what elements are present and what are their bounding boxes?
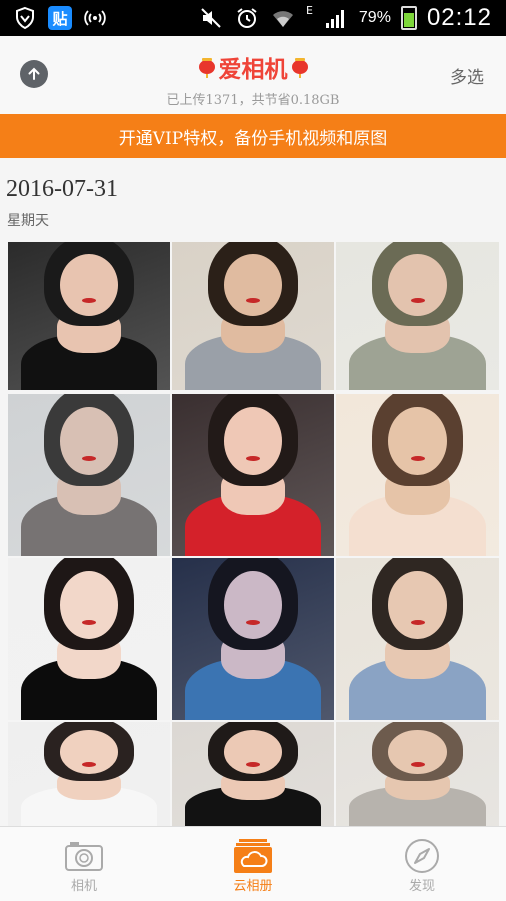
mute-icon [198, 5, 224, 31]
clock: 02:12 [426, 4, 492, 31]
tieba-app-icon: 贴 [48, 6, 72, 30]
wifi-icon [270, 5, 296, 31]
photo-thumbnail[interactable] [336, 558, 499, 720]
tab-discover-label: 发现 [408, 879, 435, 894]
photo-thumbnail[interactable] [172, 558, 334, 720]
lantern-icon [198, 58, 215, 78]
photo-thumbnail[interactable] [8, 394, 170, 556]
album-date: 2016-07-31 [6, 176, 118, 202]
bottom-nav: 相机 云相册 发现 [0, 826, 506, 901]
photo-thumbnail[interactable] [8, 558, 170, 720]
multi-select-button[interactable]: 多选 [450, 63, 484, 88]
photo-thumbnail[interactable] [336, 722, 499, 826]
status-bar: 贴 E 79% 02:12 [0, 0, 506, 36]
camera-icon [64, 839, 104, 873]
shield-icon [12, 5, 38, 31]
network-type-label: E [305, 3, 313, 17]
compass-icon [402, 839, 442, 873]
lantern-icon [291, 58, 308, 78]
app-title-text: 爱相机 [218, 57, 288, 83]
photo-thumbnail[interactable] [336, 394, 499, 556]
tab-discover[interactable]: 发现 [338, 827, 506, 901]
photo-thumbnail[interactable] [172, 722, 334, 826]
signal-icon [323, 5, 349, 31]
alarm-icon [234, 5, 260, 31]
tab-camera[interactable]: 相机 [0, 827, 168, 901]
cloud-album-icon [233, 839, 273, 873]
tab-camera-label: 相机 [70, 879, 97, 894]
battery-icon [400, 6, 417, 30]
hotspot-icon [82, 5, 108, 31]
vip-banner[interactable]: 开通VIP特权，备份手机视频和原图 [0, 114, 506, 158]
app-header: 爱相机 已上传1371，共节省0.18GB 多选 [0, 36, 506, 114]
photo-thumbnail[interactable] [172, 394, 334, 556]
album-weekday: 星期天 [7, 213, 49, 229]
photo-thumbnail[interactable] [336, 242, 499, 390]
battery-percent: 79% [358, 9, 391, 26]
tab-cloud-album[interactable]: 云相册 [169, 827, 337, 901]
photo-thumbnail[interactable] [8, 242, 170, 390]
tab-cloud-album-label: 云相册 [233, 879, 273, 894]
upload-summary: 已上传1371，共节省0.18GB [166, 93, 340, 108]
app-logo-title: 爱相机 [198, 50, 308, 84]
photo-thumbnail[interactable] [8, 722, 170, 826]
photo-thumbnail[interactable] [172, 242, 334, 390]
